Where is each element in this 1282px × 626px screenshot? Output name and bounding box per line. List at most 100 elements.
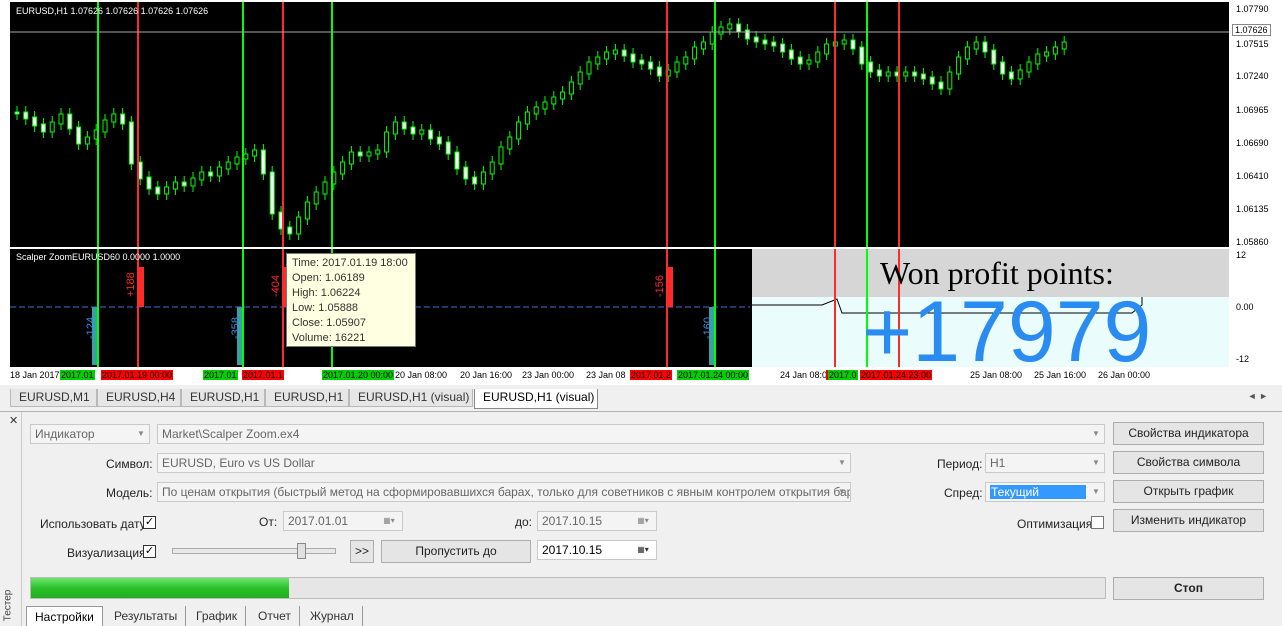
- test-type-select[interactable]: Индикатор ▼: [30, 424, 150, 444]
- time-axis-label: 2017.01.2: [630, 370, 673, 380]
- optimization-checkbox[interactable]: [1091, 516, 1104, 529]
- tab-eurusd-h4[interactable]: EURUSD,H4: [97, 389, 181, 407]
- candle-body: [172, 181, 178, 190]
- candle-body: [375, 149, 381, 155]
- candle-body: [507, 136, 513, 150]
- tab-eurusd-h1-visual-active[interactable]: EURUSD,H1 (visual): [474, 389, 598, 409]
- time-axis-label: 2017.01.1: [242, 370, 285, 380]
- candle-body: [181, 181, 187, 187]
- indicator-axis-label: 12: [1236, 250, 1247, 260]
- price-label: 1.06135: [1236, 204, 1269, 214]
- candle-body: [120, 113, 126, 125]
- close-icon[interactable]: ✕: [9, 414, 18, 427]
- tab-eurusd-h1[interactable]: EURUSD,H1: [181, 389, 265, 407]
- skip-date-input[interactable]: 2017.10.15 ▦▾: [537, 540, 657, 560]
- period-label: Период:: [937, 457, 983, 471]
- model-select[interactable]: По ценам открытия (быстрый метод на сфор…: [157, 482, 851, 502]
- use-date-checkbox[interactable]: ✓: [143, 516, 156, 529]
- candle-body: [612, 49, 618, 55]
- tab-results[interactable]: Результаты: [106, 606, 187, 626]
- time-axis-label: 20 Jan 16:00: [460, 370, 513, 380]
- model-label: Модель:: [106, 486, 153, 500]
- speed-slider-thumb[interactable]: [297, 543, 306, 559]
- signal-label: -156: [654, 275, 666, 297]
- chevron-down-icon: ▼: [1092, 429, 1100, 438]
- tooltip-time: Time: 2017.01.19 18:00: [292, 257, 408, 269]
- time-axis-label: 23 Jan 08: [586, 370, 626, 380]
- time-axis-label: 2017.01.19 00:00: [101, 370, 174, 380]
- skip-to-button[interactable]: Пропустить до: [381, 540, 531, 563]
- tooltip-open: Open: 1.06189: [292, 272, 365, 284]
- chart-area: EURUSD,H1 1.07626 1.07626 1.07626 1.0762…: [0, 0, 1282, 385]
- signal-label: -124: [85, 317, 97, 339]
- use-date-label: Использовать дату: [40, 517, 146, 531]
- candle-body: [296, 216, 302, 235]
- candle-body: [428, 129, 434, 140]
- candle-body: [392, 121, 398, 135]
- candle-body: [727, 23, 733, 30]
- candle-body: [973, 41, 979, 50]
- symbol-value: EURUSD, Euro vs US Dollar: [162, 456, 315, 470]
- candle-body: [208, 171, 214, 177]
- candle-body: [384, 131, 390, 153]
- tab-scroll-arrows[interactable]: ◄ ►: [1248, 391, 1268, 401]
- chevron-down-icon: ▼: [1092, 487, 1100, 496]
- candle-body: [76, 126, 82, 145]
- time-axis-label: 20 Jan 08:00: [395, 370, 448, 380]
- from-label: От:: [259, 515, 278, 529]
- open-chart-button[interactable]: Открыть график: [1113, 480, 1264, 503]
- candle-body: [586, 61, 592, 75]
- candle-body: [630, 53, 636, 63]
- time-axis-label: 2017.01: [60, 370, 95, 380]
- price-label: 1.07240: [1236, 71, 1269, 81]
- period-value: H1: [990, 456, 1006, 470]
- from-date-input[interactable]: 2017.01.01 ▦▾: [283, 511, 403, 531]
- visualization-checkbox[interactable]: ✓: [143, 545, 156, 558]
- candle-body: [912, 71, 918, 77]
- expert-path-select[interactable]: Market\Scalper Zoom.ex4 ▼: [157, 424, 1105, 444]
- time-axis-label: 2017.01.24 23:00: [860, 370, 933, 380]
- candle-body: [780, 43, 786, 53]
- metatrader-window: EURUSD,H1 1.07626 1.07626 1.07626 1.0762…: [0, 0, 1282, 626]
- chart-tabs: EURUSD,M1 EURUSD,H4 EURUSD,H1 EURUSD,H1 …: [0, 389, 1282, 409]
- candle-body: [111, 113, 117, 123]
- change-indicator-button[interactable]: Изменить индикатор: [1113, 509, 1264, 532]
- skip-arrow-button[interactable]: >>: [350, 540, 374, 563]
- tab-journal[interactable]: Журнал: [302, 606, 363, 626]
- stop-button[interactable]: Стоп: [1113, 577, 1264, 600]
- indicator-properties-button[interactable]: Свойства индикатора: [1113, 422, 1264, 445]
- candle-body: [260, 149, 266, 175]
- symbol-properties-button[interactable]: Свойства символа: [1113, 451, 1264, 474]
- spread-select[interactable]: Текущий ▼: [985, 482, 1105, 502]
- candle-body: [454, 151, 460, 170]
- candle-body: [348, 151, 354, 165]
- time-axis-label: 26 Jan 00:00: [1098, 370, 1151, 380]
- signal-label: -404: [270, 275, 282, 297]
- test-progress-bar: [30, 577, 1106, 599]
- tab-settings[interactable]: Настройки: [26, 606, 103, 626]
- candle-body: [155, 186, 161, 195]
- speed-slider-track[interactable]: [172, 548, 336, 554]
- price-chart[interactable]: [10, 2, 1229, 247]
- candle-body: [568, 81, 574, 95]
- candle-body: [815, 51, 821, 63]
- candle-body: [859, 46, 865, 65]
- tab-eurusd-h1-2[interactable]: EURUSD,H1: [265, 389, 349, 407]
- tab-report[interactable]: Отчет: [250, 606, 300, 626]
- to-date-input[interactable]: 2017.10.15 ▦▾: [537, 511, 657, 531]
- price-label: 1.07515: [1236, 39, 1269, 49]
- candle-body: [718, 26, 724, 35]
- symbol-select[interactable]: EURUSD, Euro vs US Dollar ▼: [157, 453, 851, 473]
- calendar-icon: ▦▾: [383, 516, 395, 525]
- time-axis-label: 2017.01.24 00:00: [677, 370, 750, 380]
- price-label: 1.06965: [1236, 105, 1269, 115]
- tab-eurusd-h1-visual[interactable]: EURUSD,H1 (visual): [349, 389, 473, 407]
- period-select[interactable]: H1 ▼: [985, 453, 1105, 473]
- tab-eurusd-m1[interactable]: EURUSD,M1: [10, 389, 97, 407]
- candle-body: [410, 126, 416, 135]
- tab-graph[interactable]: График: [188, 606, 246, 626]
- chart-symbol-label: EURUSD,H1 1.07626 1.07626 1.07626 1.0762…: [16, 6, 209, 16]
- candle-body: [480, 171, 486, 185]
- candle-body: [885, 71, 891, 77]
- candle-body: [313, 191, 319, 205]
